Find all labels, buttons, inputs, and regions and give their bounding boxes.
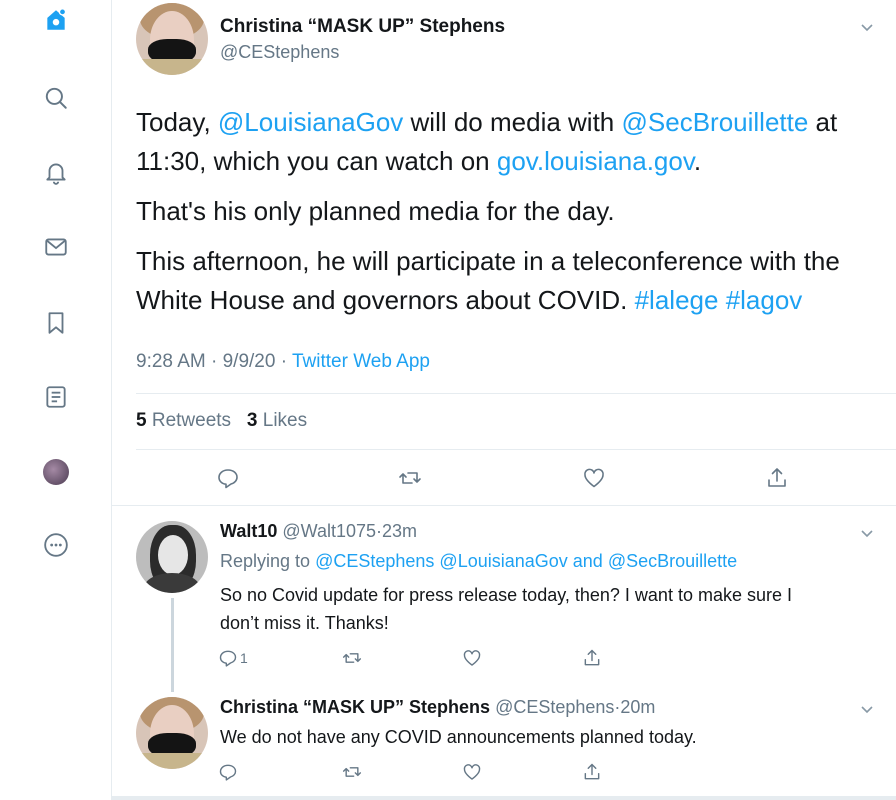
replying-and: and bbox=[567, 551, 608, 571]
tweet-paragraph: This afternoon, he will participate in a… bbox=[136, 242, 876, 320]
retweet-button[interactable] bbox=[342, 759, 362, 785]
likes-stat[interactable]: 3 Likes bbox=[247, 410, 307, 431]
lists-icon[interactable] bbox=[40, 381, 72, 413]
heart-icon bbox=[463, 650, 481, 666]
chevron-down-icon[interactable] bbox=[857, 699, 877, 719]
hashtag-link[interactable]: #lagov bbox=[726, 285, 803, 315]
like-button[interactable] bbox=[462, 645, 482, 671]
notifications-icon[interactable] bbox=[40, 156, 72, 188]
main-timeline: Christina “MASK UP” Stephens @CEStephens… bbox=[112, 0, 896, 800]
reply-button[interactable]: 1 bbox=[218, 645, 248, 671]
retweet-icon bbox=[399, 472, 421, 484]
url-link[interactable]: gov.louisiana.gov bbox=[497, 146, 694, 176]
mention-link[interactable]: @SecBrouillette bbox=[608, 551, 737, 571]
tweet-date[interactable]: 9/9/20 bbox=[223, 351, 276, 372]
reply-author-name[interactable]: Walt10 bbox=[220, 521, 277, 541]
messages-icon[interactable] bbox=[40, 231, 72, 263]
reply-age[interactable]: 20m bbox=[620, 697, 655, 717]
share-button[interactable] bbox=[765, 465, 789, 491]
tweet-paragraph: Today, @LouisianaGov will do media with … bbox=[136, 103, 876, 181]
sidebar-nav bbox=[0, 0, 112, 800]
reply-icon bbox=[218, 469, 238, 489]
tweet-text-segment: will do media with bbox=[403, 107, 622, 137]
reply-count: 1 bbox=[240, 650, 248, 666]
reply-button[interactable] bbox=[216, 465, 240, 491]
mention-link[interactable]: @SecBrouillette bbox=[622, 107, 809, 137]
bookmarks-icon[interactable] bbox=[40, 307, 72, 339]
share-icon bbox=[768, 468, 786, 487]
reply-author-name[interactable]: Christina “MASK UP” Stephens bbox=[220, 697, 490, 717]
reply-header: Christina “MASK UP” Stephens @CEStephens… bbox=[220, 697, 655, 718]
meta-separator: · bbox=[275, 351, 292, 372]
retweet-icon bbox=[342, 767, 362, 777]
share-icon bbox=[584, 649, 600, 666]
retweet-button[interactable] bbox=[398, 465, 422, 491]
reply-text: don’t miss it. Thanks! bbox=[220, 613, 389, 633]
tweet-meta: 9:28 AM · 9/9/20 · Twitter Web App bbox=[136, 351, 430, 373]
chevron-down-icon[interactable] bbox=[857, 17, 877, 37]
retweet-count: 5 bbox=[136, 410, 147, 431]
like-count: 3 bbox=[246, 410, 258, 431]
divider bbox=[136, 393, 896, 394]
replying-prefix: Replying to bbox=[220, 551, 316, 571]
divider bbox=[136, 449, 896, 450]
retweets-stat[interactable]: 5 Retweets bbox=[136, 410, 231, 431]
more-icon[interactable] bbox=[40, 529, 72, 561]
share-button[interactable] bbox=[582, 645, 602, 671]
tweet-text-segment: Today, bbox=[136, 107, 218, 137]
tweet-stats: 5 Retweets 3 Likes bbox=[136, 410, 307, 432]
reply-age[interactable]: 23m bbox=[382, 521, 417, 541]
tweet-source-link[interactable]: Twitter Web App bbox=[292, 351, 430, 372]
mention-link[interactable]: @LouisianaGov bbox=[218, 107, 403, 137]
reply-text: We do not have any COVID announcements p… bbox=[220, 727, 697, 747]
heart-icon bbox=[463, 764, 481, 780]
author-name[interactable]: Christina “MASK UP” Stephens bbox=[220, 16, 505, 38]
home-icon[interactable] bbox=[40, 4, 72, 36]
tweet-paragraph: That's his only planned media for the da… bbox=[136, 196, 615, 226]
chevron-down-icon[interactable] bbox=[857, 523, 877, 543]
reply-text: So no Covid update for press release tod… bbox=[220, 585, 792, 605]
reply-author-handle[interactable]: @Walt1075 bbox=[282, 521, 376, 541]
author-avatar[interactable] bbox=[136, 3, 208, 75]
replying-to: Replying to @CEStephens @LouisianaGov an… bbox=[220, 547, 737, 575]
reply-author-handle[interactable]: @CEStephens bbox=[495, 697, 614, 717]
meta-separator: · bbox=[205, 351, 223, 372]
retweet-icon bbox=[342, 653, 362, 663]
tweet-actions bbox=[112, 465, 896, 495]
tweet-text-segment: . bbox=[693, 146, 702, 176]
reply-actions bbox=[112, 759, 896, 789]
retweet-label: Retweets bbox=[151, 410, 232, 431]
author-handle[interactable]: @CEStephens bbox=[220, 42, 339, 63]
like-button[interactable] bbox=[462, 759, 482, 785]
reply-icon bbox=[219, 764, 237, 781]
divider bbox=[112, 796, 896, 800]
reply-header: Walt10 @Walt1075·23m bbox=[220, 521, 417, 542]
share-icon bbox=[584, 763, 600, 780]
mention-link[interactable]: @LouisianaGov bbox=[439, 551, 567, 571]
tweet-text: Today, @LouisianaGov will do media with … bbox=[136, 103, 876, 331]
divider bbox=[112, 505, 896, 506]
reply-button[interactable] bbox=[218, 759, 238, 785]
tweet-time[interactable]: 9:28 AM bbox=[136, 351, 206, 372]
reply-actions: 1 bbox=[112, 645, 896, 675]
mention-link[interactable]: @CEStephens bbox=[315, 551, 434, 571]
explore-icon[interactable] bbox=[40, 82, 72, 114]
reply-avatar[interactable] bbox=[136, 521, 208, 593]
retweet-button[interactable] bbox=[342, 645, 362, 671]
profile-avatar[interactable] bbox=[43, 459, 69, 485]
hashtag-link[interactable]: #lalege bbox=[635, 285, 719, 315]
like-label: Likes bbox=[262, 410, 308, 431]
share-button[interactable] bbox=[582, 759, 602, 785]
heart-icon bbox=[584, 468, 604, 488]
reply-icon bbox=[219, 650, 237, 667]
like-button[interactable] bbox=[582, 465, 606, 491]
